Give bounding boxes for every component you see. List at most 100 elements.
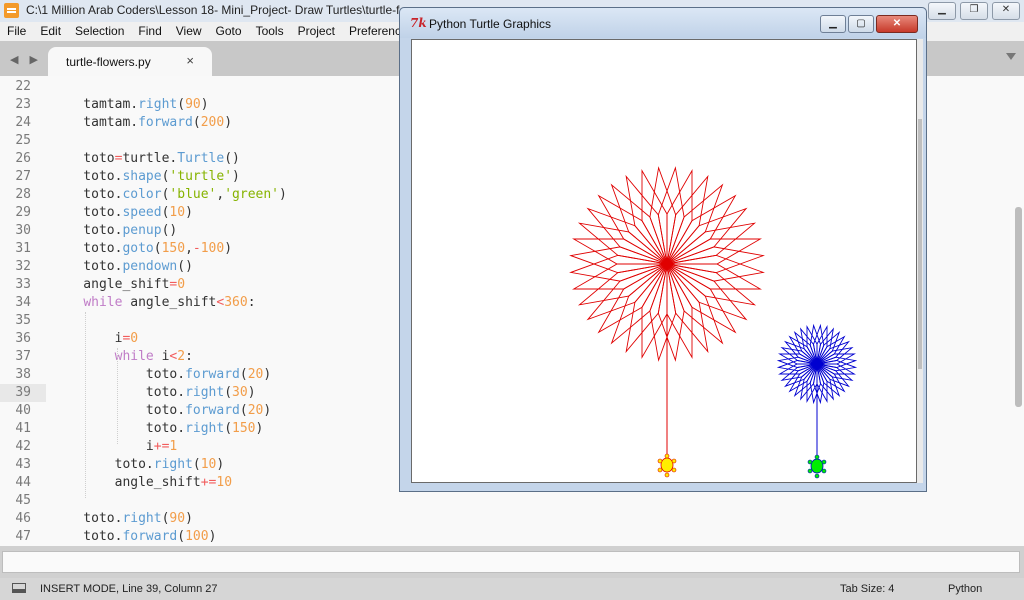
code-line[interactable]: toto=turtle.Turtle(): [52, 150, 240, 168]
code-line[interactable]: i=0: [52, 330, 139, 348]
code-line[interactable]: toto.right(150): [52, 420, 263, 438]
flower-petal: [666, 263, 748, 321]
line-number: 25: [15, 133, 31, 148]
flower-petal: [788, 335, 818, 365]
tab-close-icon[interactable]: ×: [186, 53, 194, 68]
menu-edit[interactable]: Edit: [33, 22, 68, 41]
tab-dropdown-icon[interactable]: [1006, 53, 1016, 60]
flower-petal: [816, 340, 851, 365]
menu-view[interactable]: View: [169, 22, 209, 41]
flower-petal: [666, 263, 724, 345]
console-input[interactable]: [2, 551, 1020, 573]
menu-tools[interactable]: Tools: [249, 22, 291, 41]
turtle-scrollbar-thumb[interactable]: [918, 119, 922, 369]
flower-petal: [666, 183, 724, 265]
flower-petal: [666, 263, 709, 354]
flower-petal: [666, 238, 762, 265]
menu-selection[interactable]: Selection: [68, 22, 131, 41]
flower-petal: [610, 263, 668, 345]
code-line[interactable]: toto.right(90): [52, 510, 193, 528]
line-number: 29: [15, 205, 31, 220]
turtle-minimize-button[interactable]: ▁: [820, 15, 846, 33]
line-number: 34: [15, 295, 31, 310]
code-line[interactable]: toto.forward(100): [52, 528, 216, 546]
menu-goto[interactable]: Goto: [209, 22, 249, 41]
menu-find[interactable]: Find: [131, 22, 168, 41]
flower-petal: [610, 183, 668, 265]
flower-petal: [586, 207, 668, 265]
editor-scrollbar[interactable]: [1015, 207, 1022, 407]
status-mode: INSERT MODE, Line 39, Column 27: [40, 583, 218, 595]
turtle-window-controls: ▁ ▢ ✕: [820, 15, 918, 33]
status-syntax[interactable]: Python: [948, 583, 982, 595]
code-line[interactable]: i+=1: [52, 438, 177, 456]
flower-petal: [816, 363, 851, 388]
code-line[interactable]: while i<2:: [52, 348, 193, 366]
line-number: 44: [15, 475, 31, 490]
flower-petal: [816, 335, 846, 365]
code-line[interactable]: tamtam.forward(200): [52, 114, 232, 132]
flower-petal: [793, 363, 818, 398]
flower-petal: [572, 263, 668, 290]
minimize-button[interactable]: ▁: [928, 2, 956, 20]
flower-petal: [572, 238, 668, 265]
flower-petal: [816, 330, 841, 365]
code-line[interactable]: toto.shape('turtle'): [52, 168, 240, 186]
flower-petal: [666, 263, 762, 290]
red-flower: [569, 166, 765, 478]
turtle-canvas[interactable]: [411, 39, 917, 483]
line-number: 35: [15, 313, 31, 328]
line-number: 42: [15, 439, 31, 454]
code-line[interactable]: toto.pendown(): [52, 258, 193, 276]
indent-guide: [85, 312, 86, 498]
turtle-graphics-window: 7k Python Turtle Graphics ▁ ▢ ✕: [399, 7, 927, 492]
line-number: 46: [15, 511, 31, 526]
code-line[interactable]: tamtam.right(90): [52, 96, 208, 114]
code-line[interactable]: toto.right(10): [52, 456, 225, 474]
tk-feather-icon: 7k: [410, 16, 427, 30]
turtle-close-button[interactable]: ✕: [876, 15, 918, 33]
restore-button[interactable]: ❐: [960, 2, 988, 20]
code-line[interactable]: angle_shift+=10: [52, 474, 232, 492]
menu-project[interactable]: Project: [291, 22, 342, 41]
turtle-shape-icon: [807, 454, 827, 479]
flower-petal: [793, 330, 818, 365]
code-line[interactable]: toto.goto(150,-100): [52, 240, 232, 258]
code-line[interactable]: toto.right(30): [52, 384, 256, 402]
line-number: 26: [15, 151, 31, 166]
turtle-scrollbar[interactable]: [917, 39, 923, 483]
code-line[interactable]: toto.speed(10): [52, 204, 193, 222]
line-number: 24: [15, 115, 31, 130]
line-number: 30: [15, 223, 31, 238]
turtle-window-title: Python Turtle Graphics: [429, 17, 552, 31]
tab-nav-arrows-icon[interactable]: ◀ ▶: [10, 53, 42, 66]
flower-petal: [816, 363, 846, 393]
status-tab-size[interactable]: Tab Size: 4: [840, 583, 894, 595]
turtle-maximize-button[interactable]: ▢: [848, 15, 874, 33]
code-line[interactable]: toto.penup(): [52, 222, 177, 240]
flower-petal: [783, 363, 818, 388]
flower-petal: [666, 222, 757, 265]
line-number: 32: [15, 259, 31, 274]
line-number: 28: [15, 187, 31, 202]
close-button[interactable]: ✕: [992, 2, 1020, 20]
flower-petal: [666, 194, 737, 265]
code-line[interactable]: angle_shift=0: [52, 276, 185, 294]
code-line[interactable]: toto.color('blue','green'): [52, 186, 287, 204]
line-number: 33: [15, 277, 31, 292]
flower-petal: [816, 363, 841, 398]
flower-petal: [666, 174, 709, 265]
panel-toggle-icon[interactable]: [12, 583, 26, 593]
editor-window-title: C:\1 Million Arab Coders\Lesson 18- Mini…: [26, 3, 400, 17]
menu-file[interactable]: File: [0, 22, 33, 41]
flower-petal: [788, 363, 818, 393]
tab-turtle-flowers[interactable]: turtle-flowers.py ×: [48, 47, 212, 77]
line-number: 31: [15, 241, 31, 256]
flower-petal: [625, 174, 668, 265]
line-number: 27: [15, 169, 31, 184]
code-line[interactable]: while angle_shift<360:: [52, 294, 255, 312]
line-number: 23: [15, 97, 31, 112]
turtle-shape-icon: [657, 453, 677, 478]
flower-petal: [666, 263, 757, 306]
line-number: 36: [15, 331, 31, 346]
